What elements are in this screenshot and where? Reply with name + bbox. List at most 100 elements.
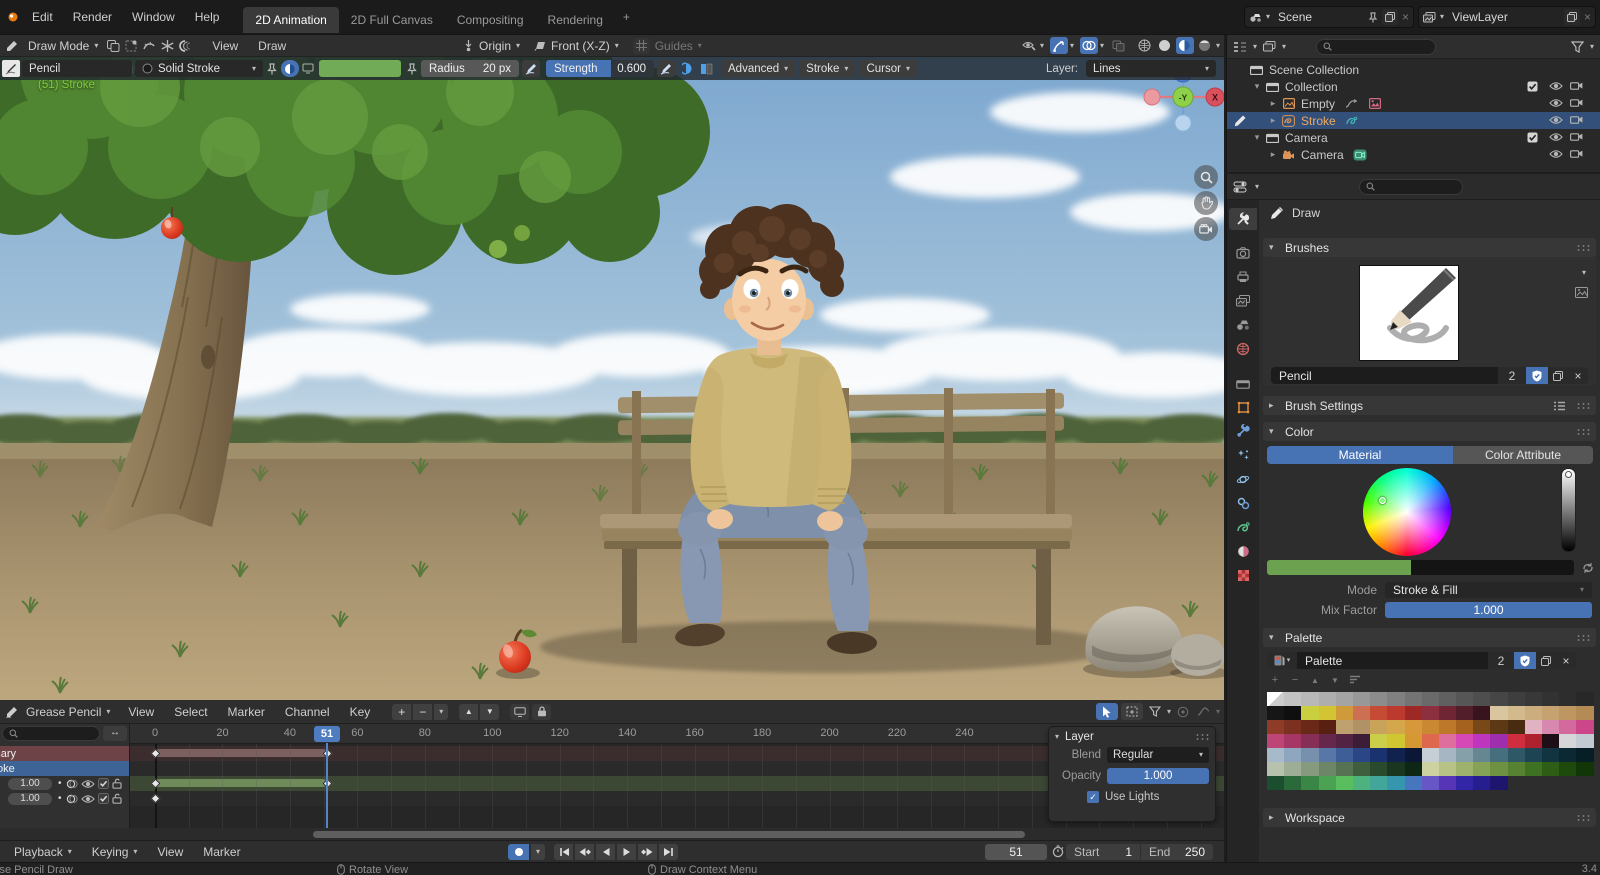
tab-material[interactable] bbox=[1229, 540, 1257, 562]
keyframe-diamond[interactable] bbox=[150, 794, 160, 804]
palette-swatch[interactable] bbox=[1301, 692, 1318, 706]
palette-swatch[interactable] bbox=[1525, 720, 1542, 734]
palette-swatch[interactable] bbox=[1473, 776, 1490, 790]
palette-swatch[interactable] bbox=[1336, 720, 1353, 734]
palette-move-down-button[interactable]: ▼ bbox=[1325, 672, 1345, 688]
viewport-scene[interactable] bbox=[0, 57, 1224, 700]
brush-image-icon[interactable] bbox=[1575, 287, 1588, 298]
radius-slider[interactable]: Radius 20 px bbox=[421, 60, 519, 77]
palette-swatch[interactable] bbox=[1439, 706, 1456, 720]
palette-swatch[interactable] bbox=[1490, 692, 1507, 706]
brush-users-count[interactable]: 2 bbox=[1498, 367, 1526, 384]
hide-render-icon[interactable] bbox=[1570, 81, 1583, 90]
keyframe-options-dropdown[interactable]: ▾ bbox=[434, 704, 448, 720]
filter-funnel-icon[interactable] bbox=[1146, 703, 1164, 720]
shading-material-icon[interactable] bbox=[1176, 37, 1194, 54]
palette-swatch[interactable] bbox=[1456, 692, 1473, 706]
scrollbar-thumb[interactable] bbox=[313, 831, 1025, 838]
layer-dropdown[interactable]: Lines ▾ bbox=[1086, 60, 1216, 77]
palette-swatch[interactable] bbox=[1319, 692, 1336, 706]
outliner-item-camera[interactable]: ▸Camera bbox=[1227, 146, 1600, 163]
blend-dropdown[interactable]: Regular ▾ bbox=[1107, 747, 1209, 763]
palette-swatch[interactable] bbox=[1370, 706, 1387, 720]
stroke-dropdown[interactable]: Stroke▾ bbox=[799, 60, 855, 77]
tab-view-layer[interactable] bbox=[1229, 290, 1257, 312]
layer-opacity-value[interactable]: 1.00 bbox=[8, 793, 52, 805]
palette-swatch[interactable] bbox=[1267, 734, 1284, 748]
palette-swatch[interactable] bbox=[1473, 706, 1490, 720]
tab-color-attribute[interactable]: Color Attribute bbox=[1453, 446, 1593, 464]
palette-swatch[interactable] bbox=[1576, 734, 1593, 748]
palette-swatch[interactable] bbox=[1370, 776, 1387, 790]
workspace-panel-header[interactable]: ▸ Workspace bbox=[1263, 808, 1596, 827]
palette-swatch[interactable] bbox=[1387, 692, 1404, 706]
palette-swatch[interactable] bbox=[1508, 692, 1525, 706]
eye-icon[interactable] bbox=[81, 779, 95, 789]
end-frame-field[interactable]: End 250 bbox=[1141, 844, 1213, 860]
palette-swatch[interactable] bbox=[1422, 776, 1439, 790]
brush-select-dropdown[interactable]: ▾ bbox=[1582, 269, 1586, 277]
palette-swatch[interactable] bbox=[1319, 720, 1336, 734]
collapse-icon[interactable]: ▾ bbox=[1055, 733, 1059, 741]
new-viewlayer-button[interactable] bbox=[1564, 9, 1580, 25]
palette-swatch[interactable] bbox=[1508, 720, 1525, 734]
palette-swatch[interactable] bbox=[1508, 734, 1525, 748]
palette-swatch[interactable] bbox=[1319, 776, 1336, 790]
dopesheet-menu-key[interactable]: Key bbox=[340, 701, 381, 723]
brush-name-field[interactable]: Pencil bbox=[1271, 367, 1498, 384]
palette-swatch[interactable] bbox=[1473, 720, 1490, 734]
expander-right-icon[interactable]: ▸ bbox=[1267, 99, 1279, 108]
palette-swatch[interactable] bbox=[1542, 734, 1559, 748]
palette-swatch[interactable] bbox=[1353, 720, 1370, 734]
palette-swatch[interactable] bbox=[1473, 762, 1490, 776]
screen-icon[interactable] bbox=[299, 60, 317, 77]
use-lights-checkbox[interactable]: ✓ bbox=[1087, 791, 1099, 803]
orientation-dropdown[interactable]: Front (X-Z) ▾ bbox=[534, 39, 619, 53]
hide-render-icon[interactable] bbox=[1570, 115, 1583, 124]
tab-texture[interactable] bbox=[1229, 564, 1257, 586]
palette-swatch[interactable] bbox=[1387, 734, 1404, 748]
viewport-menu-view[interactable]: View bbox=[202, 35, 248, 57]
palette-swatch[interactable] bbox=[1508, 706, 1525, 720]
palette-swatch[interactable] bbox=[1559, 692, 1576, 706]
palette-swatch[interactable] bbox=[1353, 734, 1370, 748]
fake-user-shield-icon[interactable] bbox=[1514, 652, 1536, 669]
panel-grip-icon[interactable] bbox=[1576, 402, 1590, 410]
palette-swatch[interactable] bbox=[1353, 692, 1370, 706]
onion-skin-icon[interactable] bbox=[176, 37, 194, 54]
auto-keying-button[interactable] bbox=[508, 844, 529, 860]
palette-panel-header[interactable]: ▾ Palette bbox=[1263, 628, 1596, 647]
preview-range-icon[interactable] bbox=[510, 704, 529, 720]
stabilizer-icon[interactable] bbox=[140, 37, 158, 54]
selectable-checkbox[interactable] bbox=[1527, 81, 1538, 92]
falloff-curve-icon[interactable] bbox=[1195, 703, 1213, 720]
viewport-menu-draw[interactable]: Draw bbox=[248, 35, 296, 57]
mode-dropdown[interactable]: Stroke & Fill ▾ bbox=[1385, 582, 1592, 598]
copy-icon[interactable] bbox=[1536, 652, 1556, 669]
outliner-item-camera[interactable]: ▾Camera bbox=[1227, 129, 1600, 146]
expander-right-icon[interactable]: ▸ bbox=[1267, 150, 1279, 159]
panel-grip-icon[interactable] bbox=[1576, 428, 1590, 436]
palette-swatch[interactable] bbox=[1490, 720, 1507, 734]
palette-swatch[interactable] bbox=[1422, 720, 1439, 734]
onion-skin-toggle-icon[interactable] bbox=[66, 779, 78, 789]
shading-rendered-icon[interactable] bbox=[1196, 37, 1214, 54]
timeline-scrollbar[interactable] bbox=[0, 828, 1224, 840]
palette-swatch[interactable] bbox=[1542, 748, 1559, 762]
hide-viewport-icon[interactable] bbox=[1549, 132, 1563, 142]
properties-search-input[interactable] bbox=[1359, 179, 1463, 195]
palette-swatch[interactable] bbox=[1387, 720, 1404, 734]
palette-swatch[interactable] bbox=[1353, 706, 1370, 720]
palette-swatch[interactable] bbox=[1387, 762, 1404, 776]
palette-swatch[interactable] bbox=[1473, 748, 1490, 762]
advanced-dropdown[interactable]: Advanced▾ bbox=[721, 60, 795, 77]
palette-swatch[interactable] bbox=[1336, 748, 1353, 762]
editor-type-icon[interactable] bbox=[5, 706, 18, 718]
tab-material[interactable]: Material bbox=[1267, 446, 1453, 464]
tab-world[interactable] bbox=[1229, 338, 1257, 360]
palette-swatch[interactable] bbox=[1490, 706, 1507, 720]
strength-pressure-icon[interactable] bbox=[657, 60, 675, 77]
outliner-item-collection[interactable]: ▾Collection bbox=[1227, 78, 1600, 95]
channel-layer-3[interactable]: 1.00• bbox=[0, 791, 130, 806]
hide-viewport-icon[interactable] bbox=[1549, 81, 1563, 91]
